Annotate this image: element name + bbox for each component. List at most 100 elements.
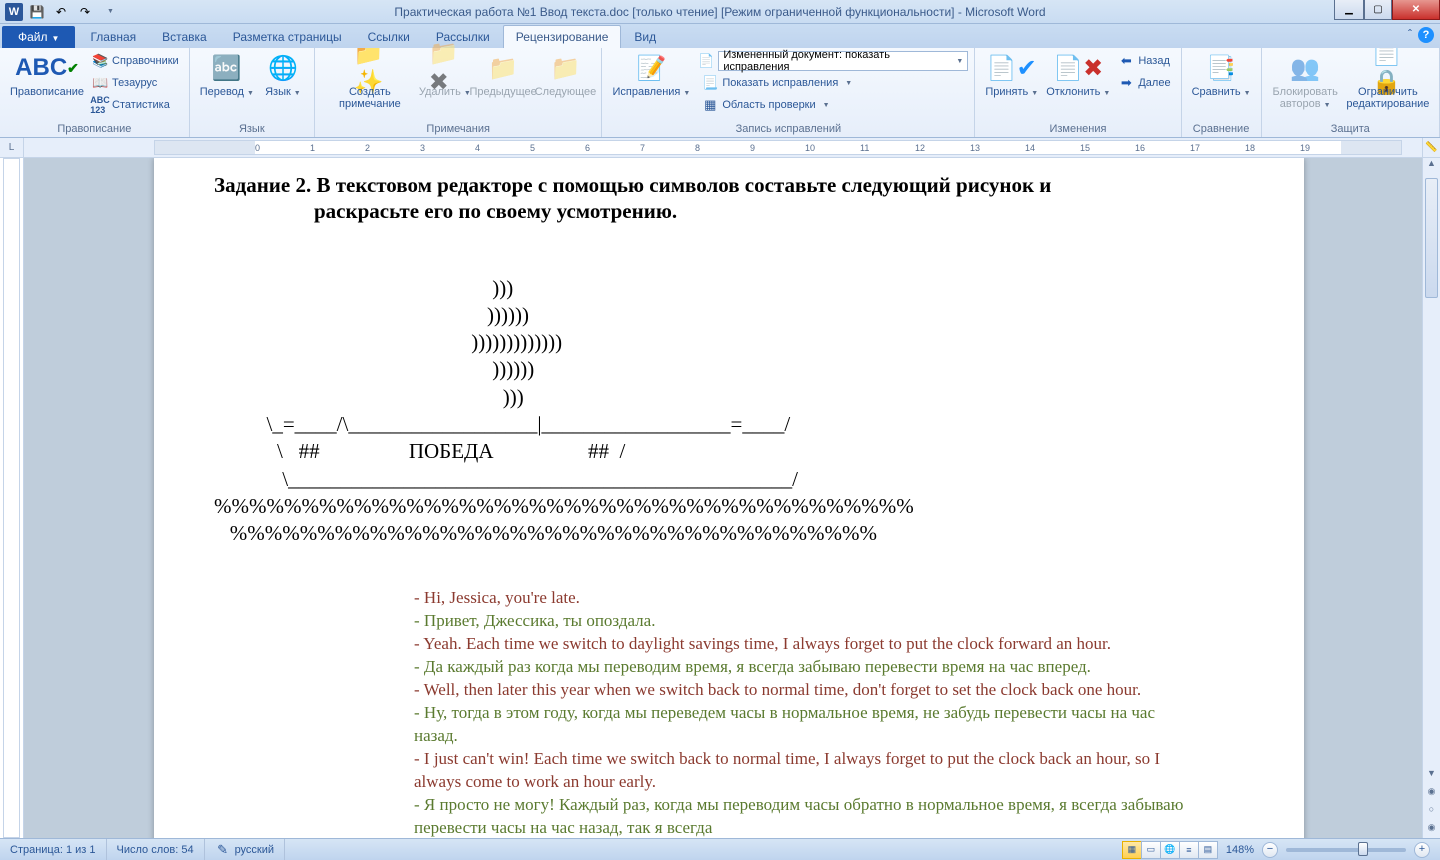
language-icon: ✎ [215, 842, 231, 858]
next-comment-button[interactable]: 📁 Следующее [536, 50, 596, 100]
undo-button[interactable]: ↶ [50, 2, 72, 22]
dialogue-line: - Я просто не могу! Каждый раз, когда мы… [414, 794, 1184, 838]
tab-selector[interactable]: L [0, 138, 24, 157]
group-label: Защита [1268, 121, 1433, 137]
browse-object-button[interactable]: ○ [1423, 804, 1440, 820]
prev-page-button[interactable]: ◉ [1423, 786, 1440, 802]
quick-access-toolbar: 💾 ↶ ↷ ▼ [26, 2, 120, 22]
thesaurus-button[interactable]: 📖Тезаурус [88, 72, 183, 94]
accept-icon: 📄✔ [996, 52, 1028, 84]
status-page[interactable]: Страница: 1 из 1 [0, 839, 107, 860]
new-comment-button[interactable]: 📁✨ Создать примечание [321, 50, 419, 112]
maximize-button[interactable]: ▢ [1364, 0, 1392, 20]
minimize-ribbon-button[interactable]: ˆ [1408, 27, 1412, 43]
show-markup-button[interactable]: 📃Показать исправления▼ [698, 72, 968, 94]
research-icon: 📚 [92, 53, 108, 69]
spelling-button[interactable]: ABC✔ Правописание [6, 50, 88, 100]
zoom-slider[interactable] [1286, 848, 1406, 852]
language-button[interactable]: 🌐 Язык▼ [258, 50, 308, 102]
next-change-button[interactable]: ➡Далее [1114, 72, 1174, 94]
view-draft-button[interactable]: ▤ [1198, 841, 1218, 859]
tab-references[interactable]: Ссылки [355, 25, 423, 48]
reviewing-pane-button[interactable]: ▦Область проверки▼ [698, 94, 968, 116]
zoom-in-button[interactable]: + [1414, 842, 1430, 858]
view-outline-button[interactable]: ≡ [1179, 841, 1199, 859]
group-language: 🔤 Перевод▼ 🌐 Язык▼ Язык [190, 48, 315, 137]
ruler-icon: 📏 [1425, 142, 1437, 153]
prev-comment-button[interactable]: 📁 Предыдущее [471, 50, 536, 100]
reject-button[interactable]: 📄✖ Отклонить▼ [1042, 50, 1114, 102]
group-label: Примечания [321, 121, 596, 137]
status-language[interactable]: ✎русский [205, 839, 285, 860]
qat-customize-button[interactable]: ▼ [98, 2, 120, 22]
display-review-icon: 📄 [698, 53, 714, 69]
group-compare: 📑 Сравнить▼ Сравнение [1182, 48, 1262, 137]
status-bar: Страница: 1 из 1 Число слов: 54 ✎русский… [0, 838, 1440, 860]
group-protect: 👥 Блокировать авторов▼ 📄🔒 Ограничить ред… [1262, 48, 1440, 137]
scrollbar-thumb[interactable] [1425, 178, 1438, 298]
accept-button[interactable]: 📄✔ Принять▼ [981, 50, 1042, 102]
dialogue-line: - Well, then later this year when we swi… [414, 679, 1184, 702]
globe-icon: 🌐 [267, 52, 299, 84]
translate-icon: 🔤 [211, 52, 243, 84]
dialogue-line: - Hi, Jessica, you're late. [414, 587, 1184, 610]
compare-button[interactable]: 📑 Сравнить▼ [1188, 50, 1255, 102]
close-button[interactable]: ✕ [1392, 0, 1440, 20]
delete-comment-icon: 📁✖ [429, 52, 461, 84]
dialogue-line: - Да каждый раз когда мы переводим время… [414, 656, 1184, 679]
dialogue-block: - Hi, Jessica, you're late.- Привет, Дже… [214, 587, 1244, 838]
document-scroll-area[interactable]: Задание 2. В текстовом редакторе с помощ… [24, 158, 1422, 838]
prev-change-button[interactable]: ⬅Назад [1114, 50, 1174, 72]
view-print-layout-button[interactable]: ▦ [1122, 841, 1142, 859]
tab-home[interactable]: Главная [77, 25, 149, 48]
view-web-layout-button[interactable]: 🌐 [1160, 841, 1180, 859]
research-button[interactable]: 📚Справочники [88, 50, 183, 72]
status-wordcount[interactable]: Число слов: 54 [107, 839, 205, 860]
spellcheck-icon: ABC✔ [31, 52, 63, 84]
ruler-row: L 012345678910111213141516171819 📏 [0, 138, 1440, 158]
group-label: Сравнение [1188, 121, 1255, 137]
track-changes-button[interactable]: 📝 Исправления▼ [608, 50, 694, 102]
group-label: Запись исправлений [608, 121, 968, 137]
next-page-button[interactable]: ◉ [1423, 822, 1440, 838]
window-controls: ▁ ▢ ✕ [1334, 0, 1440, 20]
minimize-button[interactable]: ▁ [1334, 0, 1364, 20]
scroll-down-button[interactable]: ▼ [1423, 768, 1440, 784]
document-page[interactable]: Задание 2. В текстовом редакторе с помощ… [154, 158, 1304, 838]
block-authors-icon: 👥 [1289, 52, 1321, 84]
chevron-down-icon: ▼ [52, 34, 60, 43]
save-icon: 💾 [30, 5, 45, 19]
save-button[interactable]: 💾 [26, 2, 48, 22]
tab-insert[interactable]: Вставка [149, 25, 220, 48]
scroll-up-button[interactable]: ▲ [1423, 158, 1440, 174]
thesaurus-icon: 📖 [92, 75, 108, 91]
help-button[interactable]: ? [1418, 27, 1434, 43]
view-full-screen-button[interactable]: ▭ [1141, 841, 1161, 859]
zoom-out-button[interactable]: − [1262, 842, 1278, 858]
wordcount-button[interactable]: ABC123Статистика [88, 94, 183, 116]
tab-review[interactable]: Рецензирование [503, 25, 622, 48]
group-comments: 📁✨ Создать примечание 📁✖ Удалить▼ 📁 Пред… [315, 48, 603, 137]
horizontal-ruler[interactable]: 012345678910111213141516171819 [154, 140, 1402, 155]
vertical-ruler[interactable] [0, 158, 24, 838]
ribbon: ABC✔ Правописание 📚Справочники 📖Тезаурус… [0, 48, 1440, 138]
translate-button[interactable]: 🔤 Перевод▼ [196, 50, 258, 102]
display-for-review-combo[interactable]: Измененный документ: показать исправлени… [718, 51, 968, 71]
zoom-level[interactable]: 148% [1226, 844, 1254, 856]
tab-view[interactable]: Вид [621, 25, 669, 48]
restrict-editing-button[interactable]: 📄🔒 Ограничить редактирование [1343, 50, 1433, 112]
zoom-slider-knob[interactable] [1358, 842, 1368, 856]
vertical-scrollbar[interactable]: ▲ ▼ ◉ ○ ◉ [1422, 158, 1440, 838]
compare-icon: 📑 [1205, 52, 1237, 84]
delete-comment-button[interactable]: 📁✖ Удалить▼ [419, 50, 471, 102]
tab-page-layout[interactable]: Разметка страницы [220, 25, 355, 48]
reject-icon: 📄✖ [1062, 52, 1094, 84]
group-tracking: 📝 Исправления▼ 📄 Измененный документ: по… [602, 48, 975, 137]
block-authors-button[interactable]: 👥 Блокировать авторов▼ [1268, 50, 1343, 114]
reviewing-pane-icon: ▦ [702, 97, 718, 113]
ruler-toggle-button[interactable]: 📏 [1422, 138, 1440, 157]
redo-button[interactable]: ↷ [74, 2, 96, 22]
show-markup-icon: 📃 [702, 75, 718, 91]
file-tab[interactable]: Файл▼ [2, 26, 75, 48]
task-heading-line2: раскрасьте его по своему усмотрению. [214, 198, 1244, 224]
